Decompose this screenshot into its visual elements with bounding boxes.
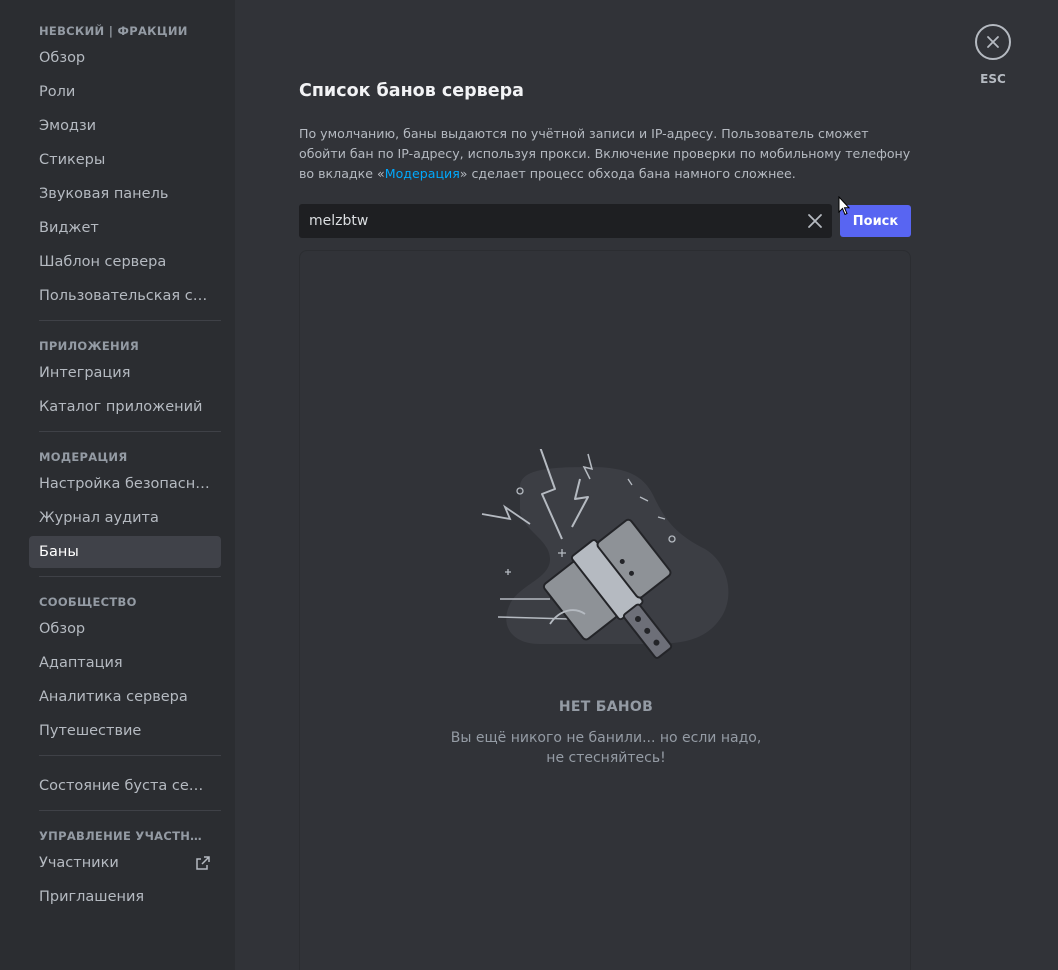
empty-state-title: НЕТ БАНОВ	[558, 699, 654, 715]
sidebar-item-label: Участники	[39, 855, 119, 871]
search-button[interactable]: Поиск	[840, 205, 911, 237]
ban-description: По умолчанию, баны выдаются по учётной з…	[299, 124, 911, 184]
sidebar-item[interactable]: Обзор	[29, 42, 221, 74]
sidebar-divider	[39, 576, 221, 577]
mouse-cursor-icon	[838, 196, 850, 216]
settings-sidebar: НЕВСКИЙ | ФРАКЦИИ Обзор Роли Эмодзи Стикеры З…	[0, 0, 235, 970]
close-icon[interactable]	[807, 213, 823, 229]
sidebar-item[interactable]: Шаблон сервера	[29, 246, 221, 278]
sidebar-item[interactable]: Виджет	[29, 212, 221, 244]
sidebar-item-label: Обзор	[39, 621, 86, 637]
ban-search-input[interactable]	[309, 204, 789, 238]
sidebar-item-label: Журнал аудита	[39, 510, 159, 526]
external-link-icon	[196, 856, 210, 870]
sidebar-item-label: Аналитика сервера	[39, 689, 188, 705]
sidebar-section-title: СООБЩЕСТВО	[39, 595, 137, 609]
empty-state-subtitle-line2: не стесняйтесь!	[546, 750, 666, 766]
empty-state-subtitle-line1: Вы ещё никого не банили... но если надо,	[450, 730, 762, 746]
sidebar-item[interactable]: Стикеры	[29, 144, 221, 176]
sidebar-item[interactable]: Роли	[29, 76, 221, 108]
sidebar-item-label: Баны	[39, 544, 79, 560]
bans-list-panel: НЕТ БАНОВ Вы ещё никого не банили... но …	[299, 250, 911, 970]
moderation-link[interactable]: Модерация	[385, 166, 460, 181]
sidebar-item-label: Каталог приложений	[39, 399, 203, 415]
sidebar-item[interactable]: Участники	[29, 847, 221, 879]
sidebar-divider	[39, 755, 221, 756]
sidebar-item-label: Шаблон сервера	[39, 254, 167, 270]
sidebar-item[interactable]: Эмодзи	[29, 110, 221, 142]
sidebar-item[interactable]: Пользовательская сс...	[29, 280, 221, 312]
sidebar-item[interactable]: Путешествие	[29, 715, 221, 747]
sidebar-item[interactable]: Адаптация	[29, 647, 221, 679]
ban-hammer-illustration	[481, 449, 729, 659]
sidebar-section-title: ПРИЛОЖЕНИЯ	[39, 339, 140, 353]
sidebar-item[interactable]: Интеграция	[29, 357, 221, 389]
close-icon	[987, 36, 999, 48]
sidebar-item[interactable]: Аналитика сервера	[29, 681, 221, 713]
sidebar-item[interactable]: Баны	[29, 536, 221, 568]
empty-state-subtitle: Вы ещё никого не банили... но если надо,…	[450, 728, 762, 768]
close-button[interactable]	[975, 24, 1011, 60]
sidebar-divider	[39, 320, 221, 321]
sidebar-divider	[39, 810, 221, 811]
sidebar-item-label: Обзор	[39, 50, 86, 66]
sidebar-item[interactable]: Состояние буста сервера	[29, 770, 221, 802]
sidebar-section-title: МОДЕРАЦИЯ	[39, 450, 128, 464]
sidebar-item-label: Настройка безопасно...	[39, 476, 218, 492]
sidebar-item[interactable]: Настройка безопасно...	[29, 468, 221, 500]
sidebar-item-label: Приглашения	[39, 889, 145, 905]
sidebar-item[interactable]: Обзор	[29, 613, 221, 645]
sidebar-item-label: Звуковая панель	[39, 186, 169, 202]
ban-search-box	[299, 204, 832, 238]
close-settings: ESC	[975, 24, 1011, 86]
sidebar-item-label: Роли	[39, 84, 76, 100]
sidebar-item[interactable]: Каталог приложений	[29, 391, 221, 423]
sidebar-item-label: Интеграция	[39, 365, 131, 381]
sidebar-divider	[39, 431, 221, 432]
sidebar-item-label: Пользовательская сс...	[39, 288, 215, 304]
esc-label: ESC	[980, 72, 1006, 86]
sidebar-item[interactable]: Журнал аудита	[29, 502, 221, 534]
description-text-end: » сделает процесс обхода бана намного сл…	[459, 166, 796, 181]
sidebar-item-label: Адаптация	[39, 655, 123, 671]
page-title: Список банов сервера	[299, 81, 524, 101]
sidebar-item-label: Путешествие	[39, 723, 142, 739]
main-content: Список банов сервера По умолчанию, баны …	[235, 0, 1058, 970]
sidebar-item-label: Стикеры	[39, 152, 106, 168]
sidebar-item[interactable]: Звуковая панель	[29, 178, 221, 210]
sidebar-section-title: УПРАВЛЕНИЕ УЧАСТНИКА...	[39, 829, 211, 843]
sidebar-item-label: Виджет	[39, 220, 99, 236]
sidebar-section-title: НЕВСКИЙ | ФРАКЦИИ	[39, 24, 188, 38]
sidebar-item[interactable]: Приглашения	[29, 881, 221, 913]
sidebar-item-label: Эмодзи	[39, 118, 97, 134]
sidebar-item-label: Состояние буста сервера	[39, 778, 221, 794]
